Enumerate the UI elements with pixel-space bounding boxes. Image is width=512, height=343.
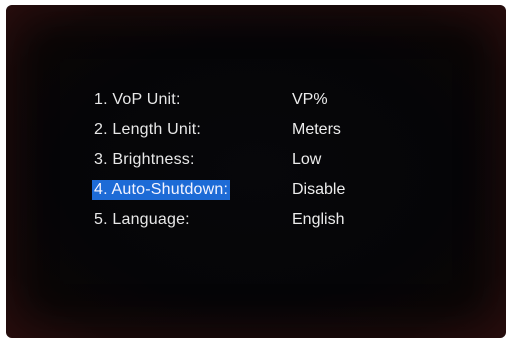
menu-item-label-selected: 4. Auto-Shutdown: [92, 180, 231, 200]
menu-item-value: Disable [292, 181, 346, 198]
menu-item-language[interactable]: 5. Language: English [92, 207, 392, 237]
menu-item-label: 2. Length Unit: [94, 121, 202, 138]
menu-item-vop-unit[interactable]: 1. VoP Unit: VP% [92, 87, 392, 117]
settings-menu: 1. VoP Unit: VP% 2. Length Unit: Meters … [92, 87, 392, 237]
menu-item-value: Meters [292, 121, 341, 138]
menu-item-label: 3. Brightness: [94, 151, 195, 168]
menu-item-value: VP% [292, 91, 328, 108]
menu-item-value: Low [292, 151, 322, 168]
menu-item-brightness[interactable]: 3. Brightness: Low [92, 147, 392, 177]
menu-item-label: 5. Language: [94, 211, 190, 228]
menu-item-label: 1. VoP Unit: [94, 91, 181, 108]
device-screen: 1. VoP Unit: VP% 2. Length Unit: Meters … [6, 5, 506, 338]
menu-item-length-unit[interactable]: 2. Length Unit: Meters [92, 117, 392, 147]
menu-item-value: English [292, 211, 345, 228]
menu-item-auto-shutdown[interactable]: 4. Auto-Shutdown: Disable [92, 177, 392, 207]
